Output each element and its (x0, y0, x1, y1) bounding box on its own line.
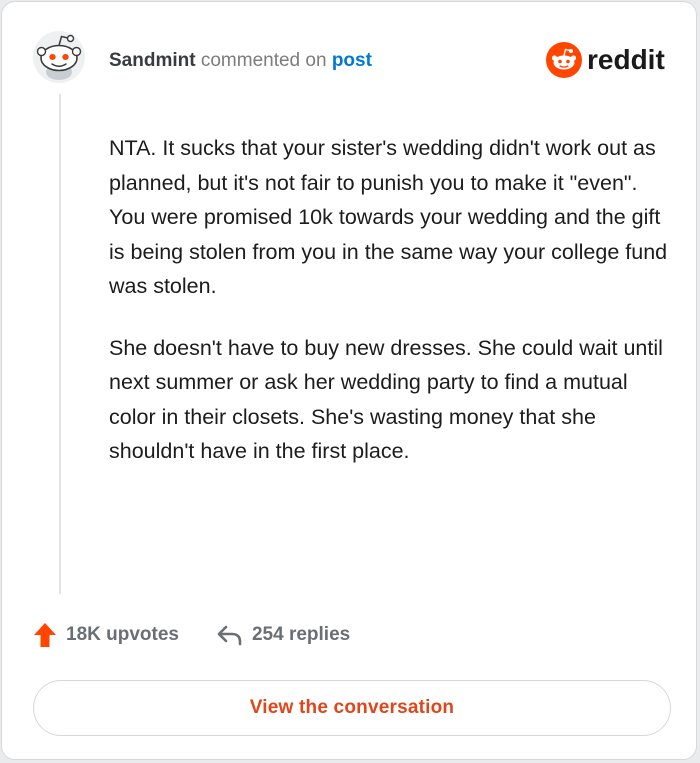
reply-arrow-icon (217, 625, 242, 646)
upvotes-count: 18K upvotes (66, 624, 179, 645)
comment-header: Sandmint commented on post (109, 49, 372, 73)
post-link[interactable]: post (332, 50, 372, 71)
username-link[interactable]: Sandmint (109, 50, 196, 71)
reddit-logo-icon: reddit (546, 42, 665, 78)
upvotes-stat[interactable]: 18K upvotes (33, 622, 179, 648)
reddit-wordmark: reddit (587, 44, 665, 75)
snoo-avatar-icon (33, 31, 85, 83)
replies-count: 254 replies (251, 624, 351, 645)
view-conversation-button[interactable]: View the conversation (33, 680, 671, 736)
comment-paragraph-1: NTA. It sucks that your sister's wedding… (109, 136, 668, 298)
user-avatar[interactable] (32, 30, 86, 84)
thread-line (59, 94, 61, 594)
comment-stats: 18K upvotes 254 replies (33, 622, 350, 648)
replies-stat[interactable]: 254 replies (217, 624, 350, 646)
reddit-logo[interactable]: reddit (545, 40, 673, 80)
comment-paragraph-2: She doesn't have to buy new dresses. She… (109, 335, 663, 464)
comment-card: Sandmint commented on post reddit NTA. I… (1, 1, 697, 760)
arrow-up-icon (34, 623, 56, 647)
comment-body: NTA. It sucks that your sister's wedding… (109, 131, 669, 496)
commented-on-label: commented on (200, 50, 327, 71)
